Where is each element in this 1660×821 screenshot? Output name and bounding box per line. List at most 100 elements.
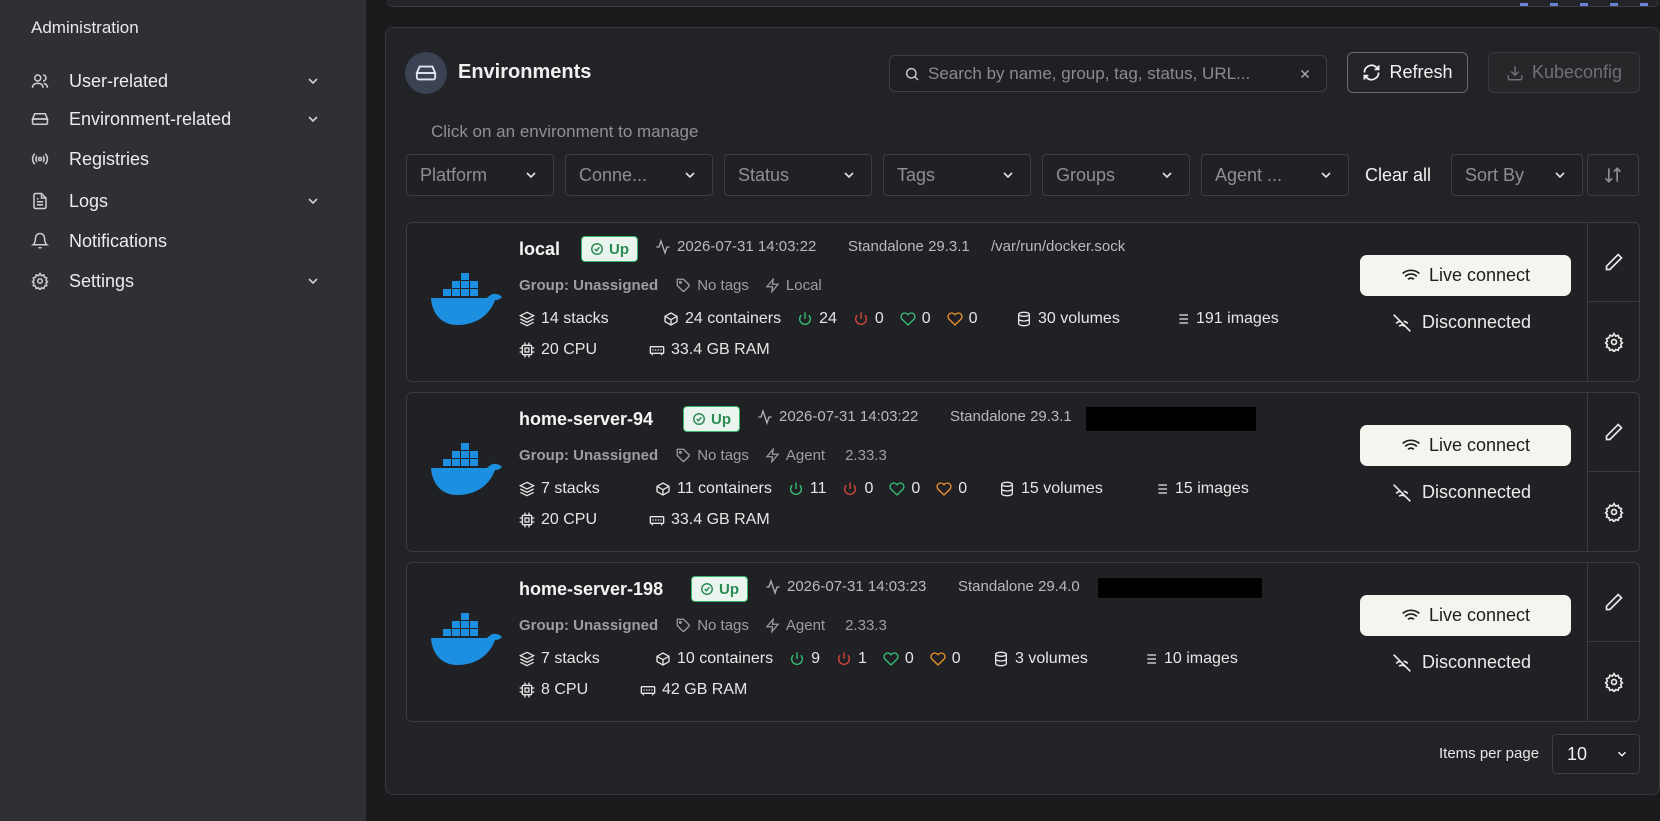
search-input[interactable] (928, 63, 1298, 84)
live-connect-button[interactable]: Live connect (1360, 425, 1571, 466)
environment-card[interactable]: home-server-94 Up 2026-07-31 14:03:22 St… (406, 392, 1640, 552)
zap-icon (765, 278, 780, 293)
images-count: 191 images (1174, 310, 1279, 328)
box-icon (656, 652, 670, 666)
refresh-button[interactable]: Refresh (1347, 52, 1468, 93)
chevron-down-icon (1617, 751, 1627, 757)
live-connect-button[interactable]: Live connect (1360, 595, 1571, 636)
filter-tags[interactable]: Tags (883, 154, 1031, 196)
connection-status: Disconnected (1392, 312, 1531, 333)
cpu-count: 8 CPU (519, 681, 588, 699)
redacted-url (1098, 578, 1262, 598)
ram-label: 42 GB RAM (662, 681, 748, 698)
filter-platform[interactable]: Platform (406, 154, 554, 196)
status-badge: Up (581, 236, 638, 262)
live-connect-button[interactable]: Live connect (1360, 255, 1571, 296)
engine-version: Standalone 29.3.1 (950, 408, 1072, 425)
pencil-icon (1605, 253, 1623, 271)
filter-groups[interactable]: Groups (1042, 154, 1190, 196)
chevron-down-icon (308, 78, 318, 85)
chevron-down-icon (1003, 172, 1013, 179)
running-count: 11 (809, 480, 827, 497)
sort-by-select[interactable]: Sort By (1451, 154, 1583, 196)
sidebar-item-notifications[interactable]: Notifications (31, 226, 321, 256)
unhealthy-count: 0 (958, 480, 968, 497)
heart-crack-icon (936, 482, 952, 496)
filter-agent-version[interactable]: Agent ... (1201, 154, 1349, 196)
tag-icon (676, 618, 691, 632)
edit-button[interactable] (1588, 223, 1639, 302)
layers-icon (519, 651, 535, 667)
settings-button[interactable] (1588, 472, 1639, 551)
edit-button[interactable] (1588, 393, 1639, 472)
cpu-label: 20 CPU (541, 511, 598, 528)
environment-card[interactable]: local Up 2026-07-31 14:03:22 Standalone … (406, 222, 1640, 382)
wifi-icon (1402, 269, 1420, 283)
connection-label: Disconnected (1422, 482, 1532, 502)
chevron-down-icon (308, 116, 318, 123)
list-icon (1176, 314, 1188, 324)
sidebar-item-label: Settings (69, 270, 135, 291)
group-label: Group: Unassigned (519, 617, 659, 634)
activity-icon (766, 578, 780, 595)
cpu-label: 8 CPU (541, 681, 589, 698)
file-text-icon (33, 192, 47, 210)
images-label: 10 images (1164, 650, 1238, 667)
docker-logo-icon (431, 273, 502, 325)
items-per-page-select[interactable]: 10 (1552, 734, 1640, 774)
sidebar-item-registries[interactable]: Registries (31, 144, 321, 174)
connection-status: Disconnected (1392, 652, 1531, 673)
sidebar-item-settings[interactable]: Settings (31, 266, 321, 296)
filter-status[interactable]: Status (724, 154, 872, 196)
power-off-icon (838, 652, 850, 665)
filter-label: Groups (1056, 164, 1116, 185)
hard-drive-icon (31, 113, 49, 125)
sidebar-item-environment-related[interactable]: Environment-related (31, 104, 321, 134)
sort-order-button[interactable] (1587, 154, 1639, 196)
sidebar-item-logs[interactable]: Logs (31, 186, 321, 216)
box-icon (656, 482, 670, 496)
volumes-label: 15 volumes (1021, 480, 1103, 497)
environment-url: /var/run/docker.sock (991, 238, 1126, 255)
connection-label: Disconnected (1422, 312, 1532, 332)
images-count: 10 images (1142, 650, 1238, 668)
wifi-off-icon (1393, 313, 1411, 332)
memory-icon (649, 346, 665, 356)
wifi-icon (1402, 609, 1420, 623)
live-connect-label: Live connect (1428, 435, 1531, 455)
sort-by-label: Sort By (1465, 164, 1525, 185)
sidebar-item-user-related[interactable]: User-related (31, 66, 321, 96)
users-icon (31, 74, 49, 88)
volumes-label: 30 volumes (1038, 310, 1120, 327)
broadcast-icon (31, 153, 49, 165)
type-label: Agent (785, 617, 826, 634)
filter-connection[interactable]: Conne... (565, 154, 713, 196)
ram-label: 33.4 GB RAM (671, 341, 770, 358)
stacks-count: 14 stacks (519, 310, 609, 328)
edit-button[interactable] (1588, 563, 1639, 642)
tags-label: No tags (697, 617, 749, 634)
redacted-url (1086, 407, 1256, 431)
engine-version: Standalone 29.3.1 (848, 238, 970, 255)
kubeconfig-button[interactable]: Kubeconfig (1488, 52, 1640, 93)
power-off-icon (854, 312, 867, 325)
environment-card[interactable]: home-server-198 Up 2026-07-31 14:03:23 S… (406, 562, 1640, 722)
heartbeat-time: 2026-07-31 14:03:23 (787, 578, 927, 595)
clear-search-icon[interactable] (1298, 67, 1312, 81)
layers-icon (519, 481, 535, 497)
settings-button[interactable] (1588, 642, 1639, 721)
stacks-label: 14 stacks (541, 310, 609, 327)
clear-all-button[interactable]: Clear all (1365, 165, 1431, 186)
box-icon (664, 312, 678, 326)
refresh-icon (1363, 64, 1380, 81)
environment-name: home-server-94 (519, 409, 654, 429)
sidebar: Administration User-related Environment-… (0, 0, 366, 821)
items-per-page-value: 10 (1567, 743, 1588, 764)
connection-label: Disconnected (1422, 652, 1532, 672)
status-badge: Up (683, 406, 740, 432)
tags-label: No tags (697, 277, 749, 294)
settings-button[interactable] (1588, 302, 1639, 381)
running-count: 24 (819, 310, 837, 327)
cpu-icon (519, 512, 535, 528)
activity-icon (758, 408, 772, 425)
